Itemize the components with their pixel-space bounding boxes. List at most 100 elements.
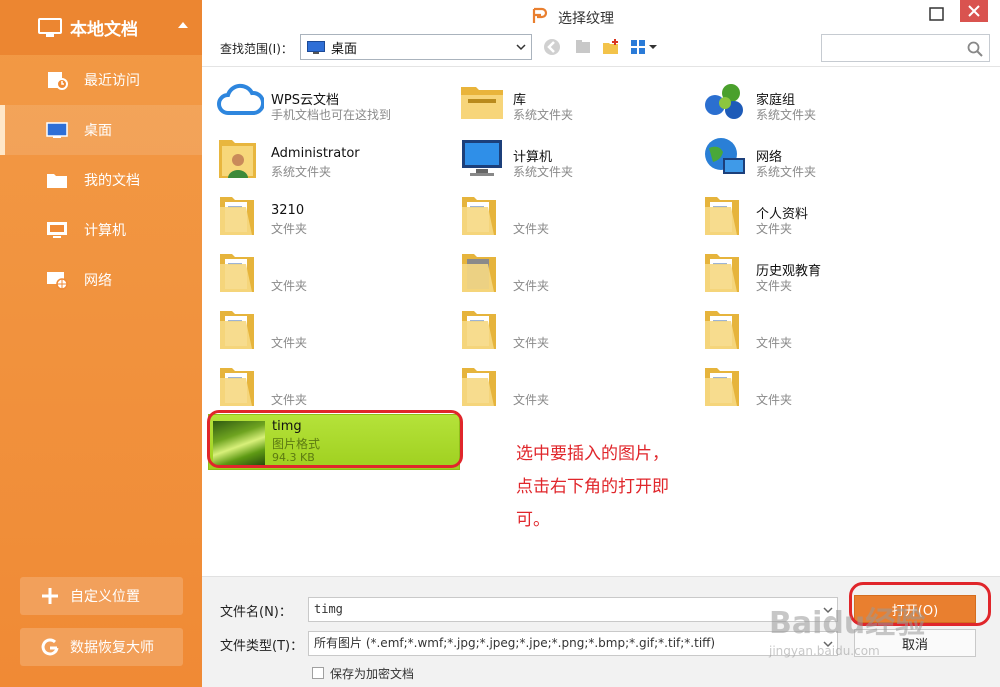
file-type: 系统文件夹	[271, 165, 332, 179]
library-icon	[461, 87, 503, 119]
homegroup-icon	[705, 84, 743, 119]
file-item-folder[interactable]: 历史观教育 文件夹	[693, 244, 929, 300]
lookin-value: 桌面	[331, 41, 358, 57]
sidebar-item-label: 我的文档	[84, 173, 140, 189]
file-item-network[interactable]: 网络 系统文件夹	[693, 130, 929, 186]
data-recovery-label: 数据恢复大师	[70, 640, 154, 656]
user-folder-icon	[219, 140, 256, 178]
encrypt-checkbox[interactable]	[312, 667, 324, 679]
file-type: 文件夹	[271, 336, 308, 350]
folder-icon	[220, 254, 254, 292]
annotation-line: 可。	[516, 510, 550, 530]
file-type: 文件夹	[756, 393, 793, 407]
data-recovery-button[interactable]: 数据恢复大师	[20, 628, 183, 666]
file-item-folder[interactable]: 文件夹	[450, 187, 686, 243]
file-item-folder[interactable]: 个人资料 文件夹	[693, 187, 929, 243]
back-icon[interactable]	[543, 38, 561, 56]
annotation-line: 选中要插入的图片，	[516, 444, 669, 464]
folder-icon	[220, 197, 254, 235]
lookin-select[interactable]: 桌面	[300, 34, 532, 60]
network-icon	[47, 272, 68, 290]
filename-input[interactable]: timg	[308, 597, 838, 622]
sidebar: 本地文档 最近访问 桌面 我的文档 计算机 网络 自定义位置 数据恢复大师	[0, 0, 202, 687]
recovery-icon	[41, 638, 59, 656]
file-item-library[interactable]: 库 系统文件夹	[450, 73, 686, 129]
dialog-title: 选择纹理	[558, 11, 614, 27]
view-menu-icon[interactable]	[630, 38, 660, 56]
up-folder-icon[interactable]	[574, 38, 592, 56]
recent-icon	[48, 72, 68, 90]
folder-icon	[462, 254, 496, 292]
file-item-folder[interactable]: 文件夹	[208, 301, 444, 357]
sidebar-item-network[interactable]: 网络	[0, 255, 202, 305]
file-type: 文件夹	[756, 336, 793, 350]
filetype-label: 文件类型(T)：	[220, 639, 304, 654]
search-input[interactable]	[821, 34, 990, 62]
sidebar-item-label: 桌面	[84, 123, 112, 139]
file-type: 文件夹	[756, 279, 793, 293]
lookin-label: 查找范围(I)：	[220, 42, 293, 56]
folder-icon	[462, 311, 496, 349]
file-item-wps-cloud[interactable]: WPS云文档 手机文档也可在这找到	[208, 73, 444, 129]
file-type: 文件夹	[513, 393, 550, 407]
annotation-line: 点击右下角的打开即	[516, 477, 669, 497]
file-item-folder[interactable]: 3210 文件夹	[208, 187, 444, 243]
wps-logo-icon	[532, 7, 548, 23]
highlight-oval	[849, 582, 991, 626]
folder-icon	[220, 311, 254, 349]
file-item-folder[interactable]: 文件夹	[693, 358, 929, 414]
file-type: 文件夹	[513, 222, 550, 236]
custom-location-button[interactable]: 自定义位置	[20, 577, 183, 615]
sidebar-item-computer[interactable]: 计算机	[0, 205, 202, 255]
new-folder-icon[interactable]	[602, 38, 620, 56]
network-globe-icon	[705, 138, 745, 174]
toolbar: 查找范围(I)： 桌面	[202, 32, 1000, 66]
file-item-folder[interactable]: 文件夹	[450, 301, 686, 357]
cancel-button[interactable]: 取消	[854, 629, 976, 657]
file-item-homegroup[interactable]: 家庭组 系统文件夹	[693, 73, 929, 129]
file-type: 手机文档也可在这找到	[271, 108, 392, 122]
filetype-value: 所有图片 (*.emf;*.wmf;*.jpg;*.jpeg;*.jpe;*.p…	[314, 636, 716, 650]
sidebar-item-documents[interactable]: 我的文档	[0, 155, 202, 205]
file-type: 文件夹	[513, 279, 550, 293]
file-item-folder[interactable]: 文件夹	[208, 244, 444, 300]
close-button[interactable]	[960, 0, 988, 22]
maximize-icon[interactable]	[928, 5, 946, 23]
chevron-down-icon	[823, 641, 833, 648]
filetype-select[interactable]: 所有图片 (*.emf;*.wmf;*.jpg;*.jpeg;*.jpe;*.p…	[308, 631, 838, 656]
local-computer-icon	[38, 17, 62, 37]
file-type: 文件夹	[756, 222, 793, 236]
folder-icon	[705, 197, 739, 235]
filename-value: timg	[314, 602, 343, 616]
title-bar: 选择纹理	[202, 0, 1000, 32]
file-item-administrator[interactable]: Administrator 系统文件夹	[208, 130, 444, 186]
file-item-folder[interactable]: 文件夹	[450, 244, 686, 300]
desktop-icon	[307, 40, 325, 54]
sidebar-item-recent[interactable]: 最近访问	[0, 55, 202, 105]
file-type: 文件夹	[513, 336, 550, 350]
desktop-icon	[46, 122, 68, 138]
file-item-folder[interactable]: 文件夹	[450, 358, 686, 414]
folder-icon	[220, 368, 254, 406]
folder-icon	[705, 311, 739, 349]
close-icon	[968, 5, 980, 17]
folder-icon	[705, 254, 739, 292]
sidebar-title: 本地文档	[70, 20, 138, 40]
chevron-down-icon[interactable]	[823, 605, 833, 615]
file-name: Administrator	[271, 146, 360, 161]
file-item-computer[interactable]: 计算机 系统文件夹	[450, 130, 686, 186]
file-item-folder[interactable]: 文件夹	[693, 301, 929, 357]
sidebar-item-label: 网络	[84, 273, 112, 289]
file-type: 系统文件夹	[756, 165, 817, 179]
computer-icon	[462, 140, 502, 176]
filename-label: 文件名(N)：	[220, 605, 292, 620]
sidebar-header: 本地文档	[0, 0, 202, 55]
file-item-folder[interactable]: 文件夹	[208, 358, 444, 414]
file-type: 系统文件夹	[756, 108, 817, 122]
folder-icon	[705, 368, 739, 406]
sidebar-item-desktop[interactable]: 桌面	[0, 105, 202, 155]
chevron-up-icon[interactable]	[176, 18, 190, 32]
file-name: 3210	[271, 203, 305, 218]
chevron-down-icon	[516, 44, 526, 51]
sidebar-item-label: 最近访问	[84, 73, 140, 89]
